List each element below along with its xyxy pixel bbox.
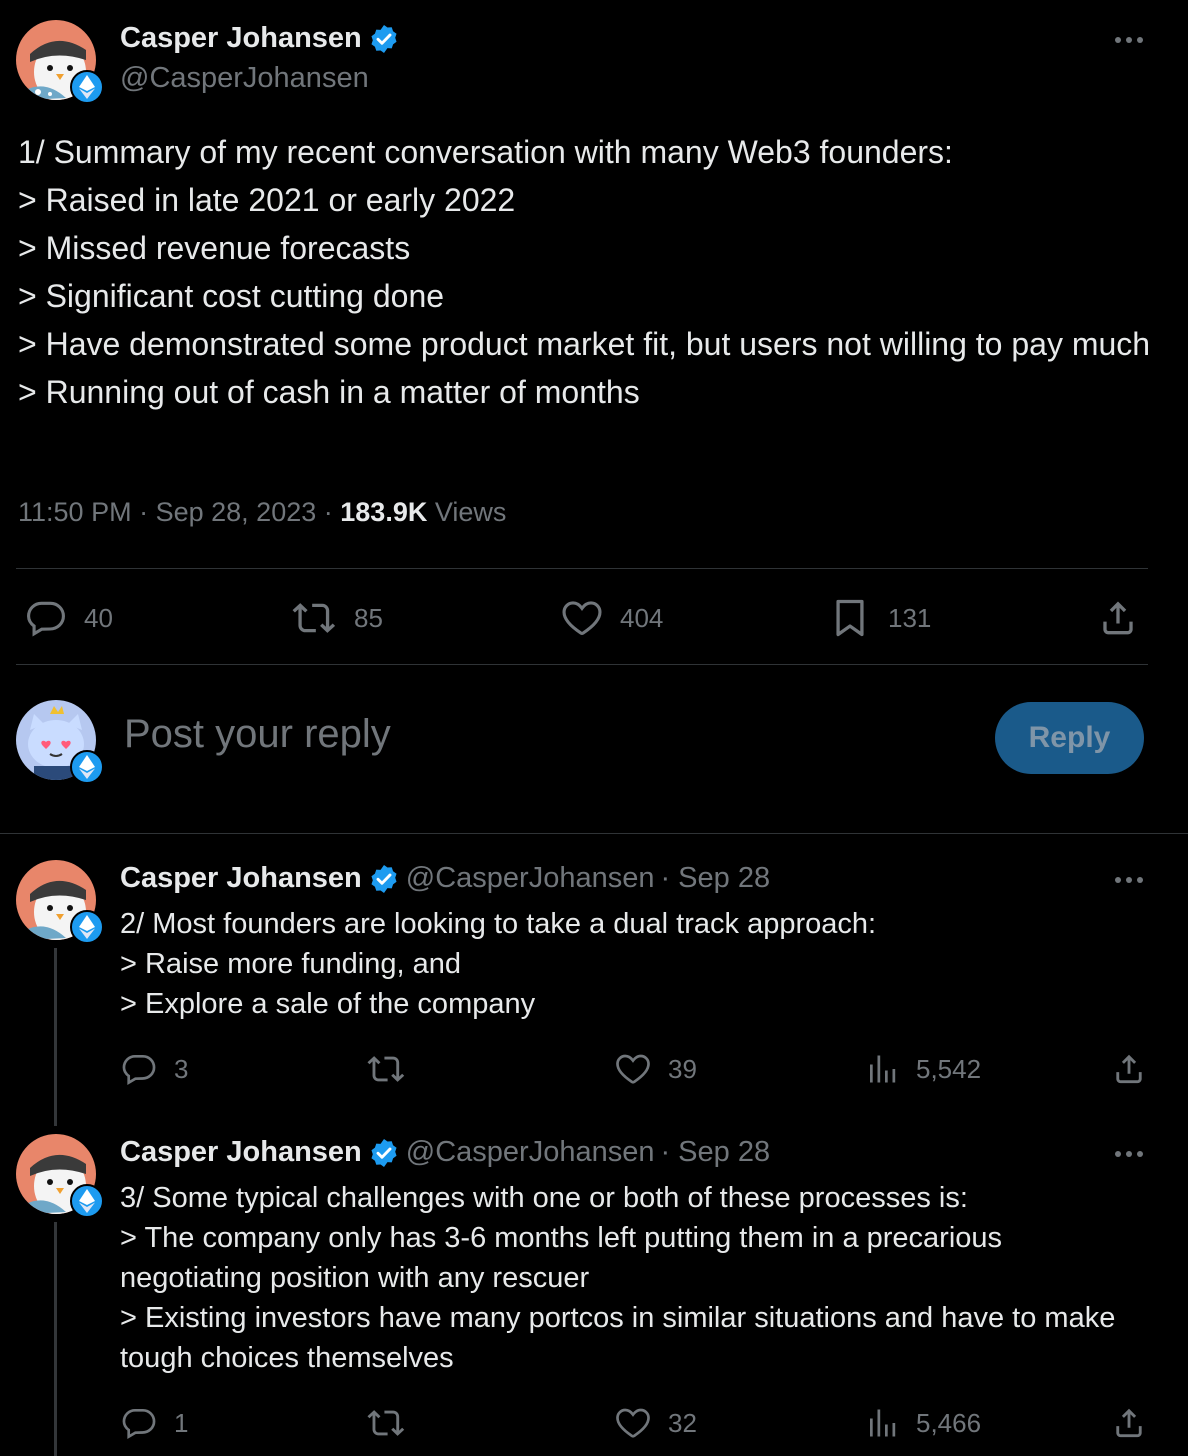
views-count: 5,542: [916, 1053, 982, 1084]
heart-icon: [614, 1050, 652, 1088]
share-action[interactable]: [1096, 596, 1140, 640]
ethereum-badge-icon: [70, 70, 104, 104]
author-name[interactable]: Casper Johansen: [120, 862, 362, 895]
post-date[interactable]: · Sep 28: [660, 862, 770, 895]
like-count: 32: [668, 1407, 697, 1438]
analytics-icon: [864, 1404, 900, 1442]
repost-action[interactable]: [366, 1404, 406, 1442]
verified-badge-icon: [368, 863, 400, 895]
divider: [0, 833, 1188, 834]
reply-count: 3: [174, 1053, 189, 1084]
tweet-meta: 11:50 PM · Sep 28, 2023 · 183.9K Views: [18, 497, 506, 528]
views-action[interactable]: 5,542: [864, 1050, 981, 1088]
reply-text: 2/ Most founders are looking to take a d…: [120, 908, 877, 1020]
tweet-text: 1/ Summary of my recent conversation wit…: [18, 134, 1151, 410]
author-avatar[interactable]: [16, 1134, 104, 1218]
author-handle[interactable]: @CasperJohansen: [406, 1136, 655, 1169]
ethereum-badge-icon: [70, 750, 104, 784]
analytics-icon: [864, 1050, 900, 1088]
like-action[interactable]: 39: [614, 1050, 697, 1088]
like-action[interactable]: 32: [614, 1404, 697, 1442]
share-icon: [1110, 1404, 1148, 1442]
post-date[interactable]: · Sep 28: [660, 1136, 770, 1169]
reply-input[interactable]: Post your reply: [124, 712, 391, 757]
tweet-date[interactable]: Sep 28, 2023: [156, 497, 317, 527]
author-name-row: Casper Johansen @CasperJohansen · Sep 28: [120, 862, 770, 895]
repost-icon: [366, 1050, 406, 1088]
author-name[interactable]: Casper Johansen: [120, 1136, 362, 1169]
views-label: Views: [434, 497, 507, 527]
reply-icon: [120, 1050, 158, 1088]
more-options-icon[interactable]: [1112, 868, 1146, 897]
author-handle[interactable]: @CasperJohansen: [406, 862, 655, 895]
views-action[interactable]: 5,466: [864, 1404, 981, 1442]
share-action[interactable]: [1110, 1404, 1148, 1442]
reply-button[interactable]: Reply: [995, 702, 1144, 774]
reply-text: 3/ Some typical challenges with one or b…: [120, 1182, 1116, 1374]
like-action[interactable]: 404: [560, 596, 663, 640]
like-count: 39: [668, 1053, 697, 1084]
author-handle[interactable]: @CasperJohansen: [120, 62, 369, 95]
views-count: 183.9K: [340, 497, 428, 527]
reply-action[interactable]: 3: [120, 1050, 188, 1088]
bookmark-action[interactable]: 131: [828, 596, 931, 640]
thread-connector-line: [54, 948, 57, 1126]
repost-action[interactable]: [366, 1050, 406, 1088]
author-avatar[interactable]: [16, 20, 104, 104]
author-name-row: Casper Johansen @CasperJohansen · Sep 28: [120, 1136, 770, 1169]
share-action[interactable]: [1110, 1050, 1148, 1088]
meta-separator: ·: [139, 497, 156, 527]
bookmark-count: 131: [888, 602, 932, 633]
author-name-row: Casper Johansen: [120, 22, 400, 55]
tweet-time[interactable]: 11:50 PM: [18, 497, 132, 527]
repost-action[interactable]: 85: [290, 596, 383, 640]
reply-icon: [24, 596, 68, 640]
reply-icon: [120, 1404, 158, 1442]
current-user-avatar[interactable]: [16, 700, 104, 784]
views-count: 5,466: [916, 1407, 982, 1438]
verified-badge-icon: [368, 1137, 400, 1169]
repost-count: 85: [354, 602, 383, 633]
reply-action[interactable]: 40: [24, 596, 113, 640]
ethereum-badge-icon: [70, 910, 104, 944]
heart-icon: [614, 1404, 652, 1442]
reply-count: 40: [84, 602, 113, 633]
author-avatar[interactable]: [16, 860, 104, 944]
repost-icon: [366, 1404, 406, 1442]
meta-separator: ·: [323, 497, 341, 527]
share-icon: [1096, 596, 1140, 640]
divider: [16, 664, 1148, 665]
reply-action[interactable]: 1: [120, 1404, 188, 1442]
bookmark-icon: [828, 596, 872, 640]
more-options-icon[interactable]: [1112, 28, 1146, 57]
ethereum-badge-icon: [70, 1184, 104, 1218]
divider: [16, 568, 1148, 569]
reply-count: 1: [174, 1407, 189, 1438]
like-count: 404: [620, 602, 664, 633]
more-options-icon[interactable]: [1112, 1142, 1146, 1171]
share-icon: [1110, 1050, 1148, 1088]
thread-connector-line: [54, 1222, 57, 1456]
author-name[interactable]: Casper Johansen: [120, 22, 362, 55]
repost-icon: [290, 596, 338, 640]
verified-badge-icon: [368, 23, 400, 55]
heart-icon: [560, 596, 604, 640]
author-handle-row: @CasperJohansen: [120, 62, 369, 95]
